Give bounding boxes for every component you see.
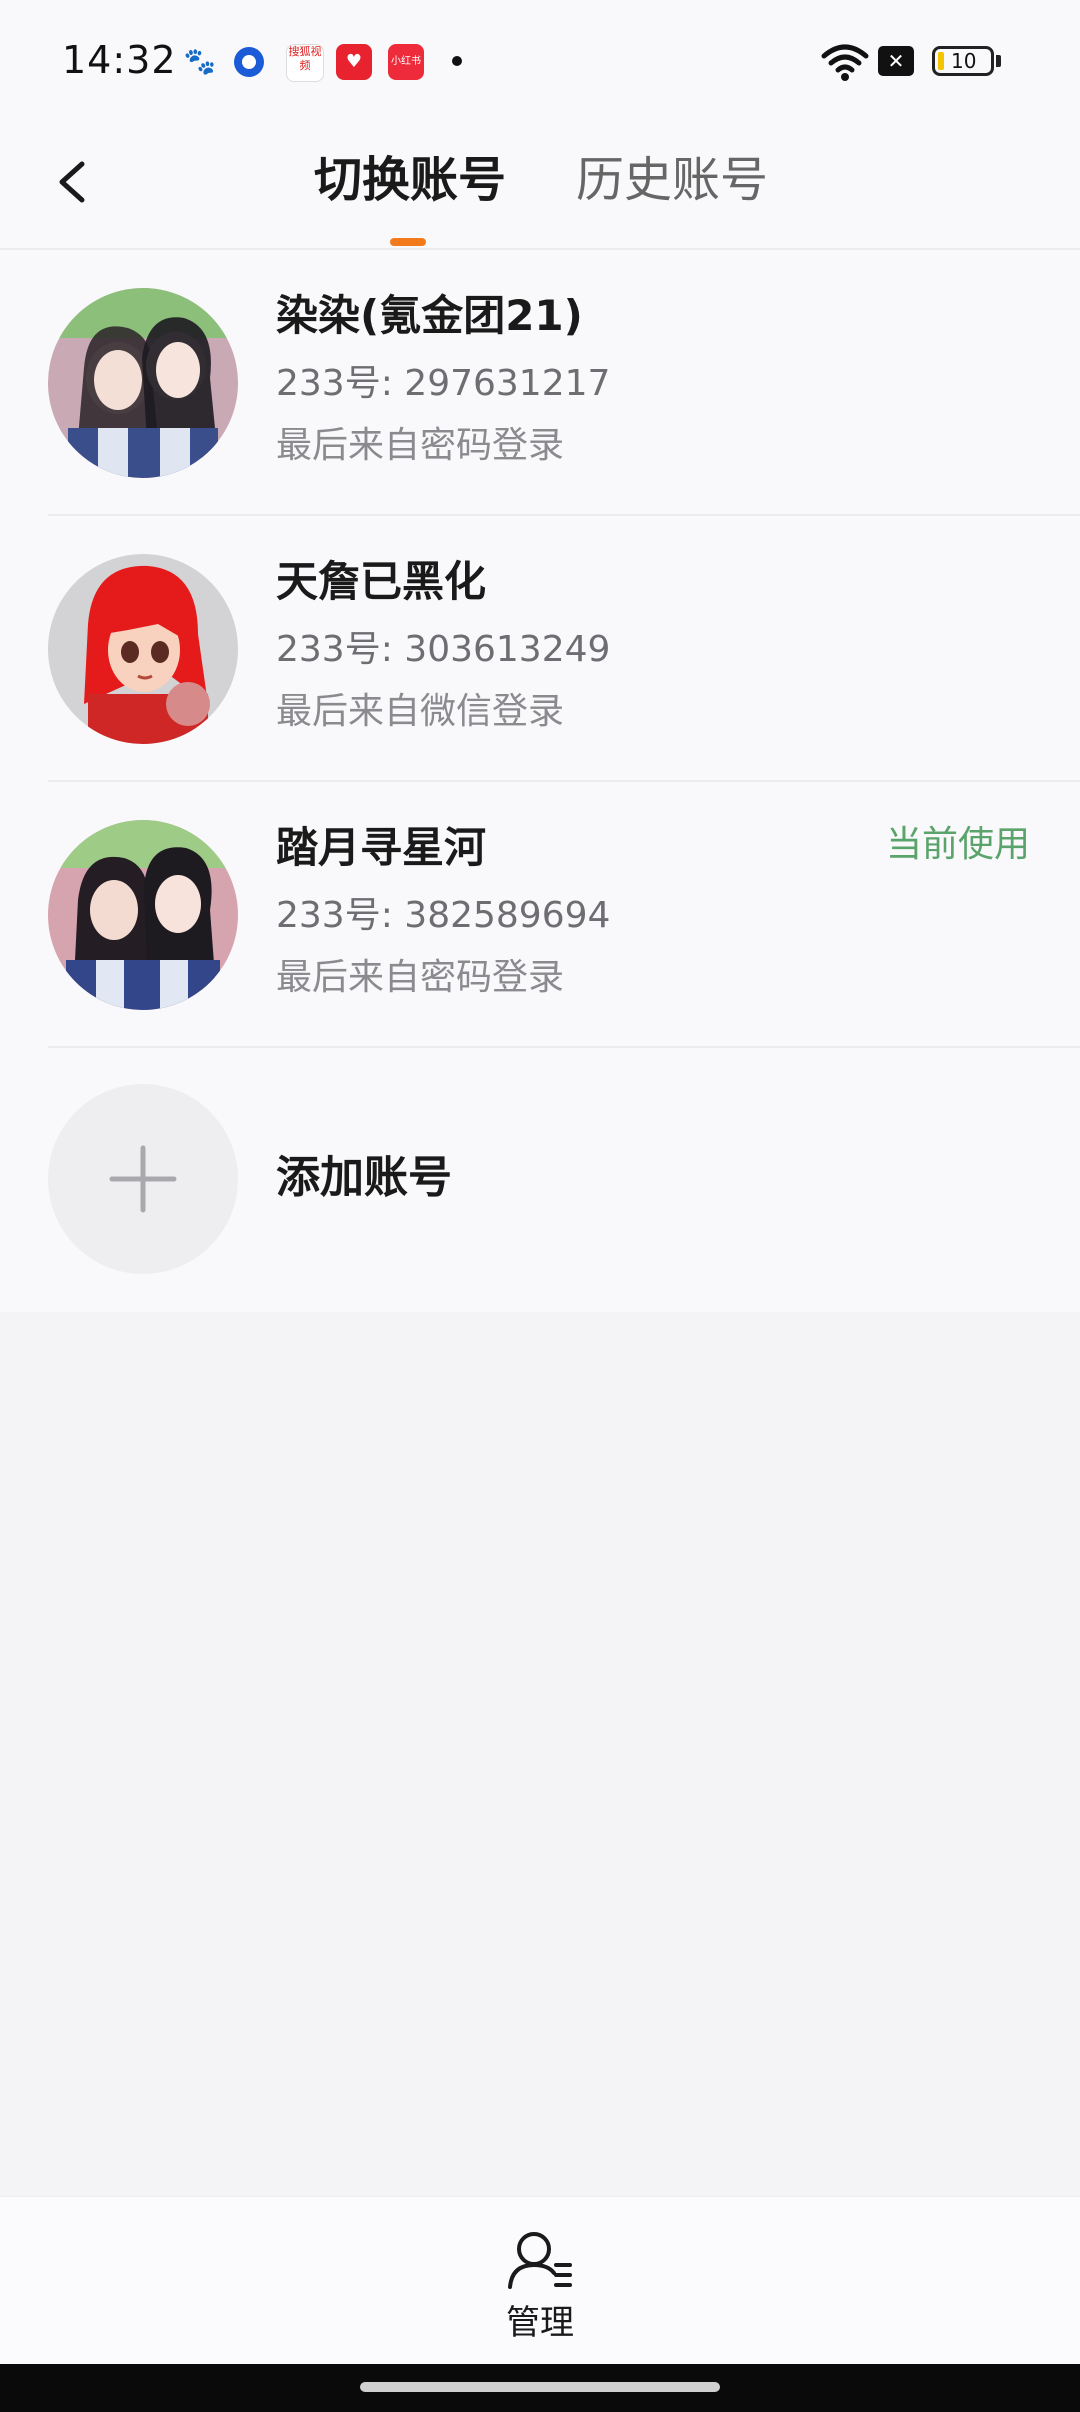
xiaohongshu-icon: 小红书 (388, 44, 424, 80)
battery-level: 10 (951, 49, 977, 73)
more-notifications-dot (452, 56, 462, 66)
account-row-current[interactable]: 踏月寻星河 当前使用 233号: 382589694 最后来自密码登录 (0, 782, 1080, 1048)
account-name: 踏月寻星河 (276, 823, 487, 872)
avatar (48, 820, 238, 1010)
plus-icon (109, 1145, 177, 1213)
tab-switch-account[interactable]: 切换账号 (314, 150, 506, 210)
tab-history-account[interactable]: 历史账号 (576, 150, 768, 210)
ring-app-icon (234, 47, 264, 77)
sohu-video-icon: 搜狐视频 (286, 44, 324, 82)
account-name: 染染(氪金团21) (276, 291, 583, 340)
heart-app-icon: ♥ (336, 44, 372, 80)
home-indicator[interactable] (360, 2382, 720, 2392)
status-time: 14:32 (62, 38, 177, 82)
avatar (48, 288, 238, 478)
header: 切换账号 历史账号 (0, 120, 1080, 250)
baidu-icon: 🐾 (183, 47, 217, 77)
status-bar: 14:32 🐾 搜狐视频 ♥ 小红书 ✕ 10 (0, 0, 1080, 120)
account-uid: 233号: 303613249 (276, 629, 611, 670)
battery-icon: 10 (932, 46, 994, 76)
last-login-method: 最后来自微信登录 (276, 691, 565, 732)
account-row[interactable]: 天詹已黑化 233号: 303613249 最后来自微信登录 (0, 516, 1080, 782)
last-login-method: 最后来自密码登录 (276, 425, 565, 466)
last-login-method: 最后来自密码登录 (276, 957, 565, 998)
add-account-button[interactable]: 添加账号 (0, 1048, 1080, 1312)
no-sim-icon: ✕ (878, 46, 914, 76)
back-arrow-icon[interactable] (44, 150, 104, 214)
account-list: 染染(氪金团21) 233号: 297631217 最后来自密码登录 天詹已黑化… (0, 250, 1080, 1312)
add-account-label: 添加账号 (276, 1152, 452, 1203)
account-name: 天詹已黑化 (276, 557, 487, 606)
manage-button[interactable]: 管理 (470, 2229, 610, 2349)
avatar (48, 554, 238, 744)
wifi-icon (821, 44, 869, 81)
account-uid: 233号: 297631217 (276, 363, 611, 404)
system-navigation-bar (0, 2364, 1080, 2412)
account-uid: 233号: 382589694 (276, 895, 611, 936)
current-account-badge: 当前使用 (885, 824, 1030, 865)
active-tab-indicator (390, 238, 426, 246)
manage-label: 管理 (506, 2303, 574, 2343)
account-row[interactable]: 染染(氪金团21) 233号: 297631217 最后来自密码登录 (0, 250, 1080, 516)
bottom-toolbar: 管理 (0, 2196, 1080, 2365)
manage-accounts-icon (508, 2232, 572, 2289)
add-avatar-circle (48, 1084, 238, 1274)
